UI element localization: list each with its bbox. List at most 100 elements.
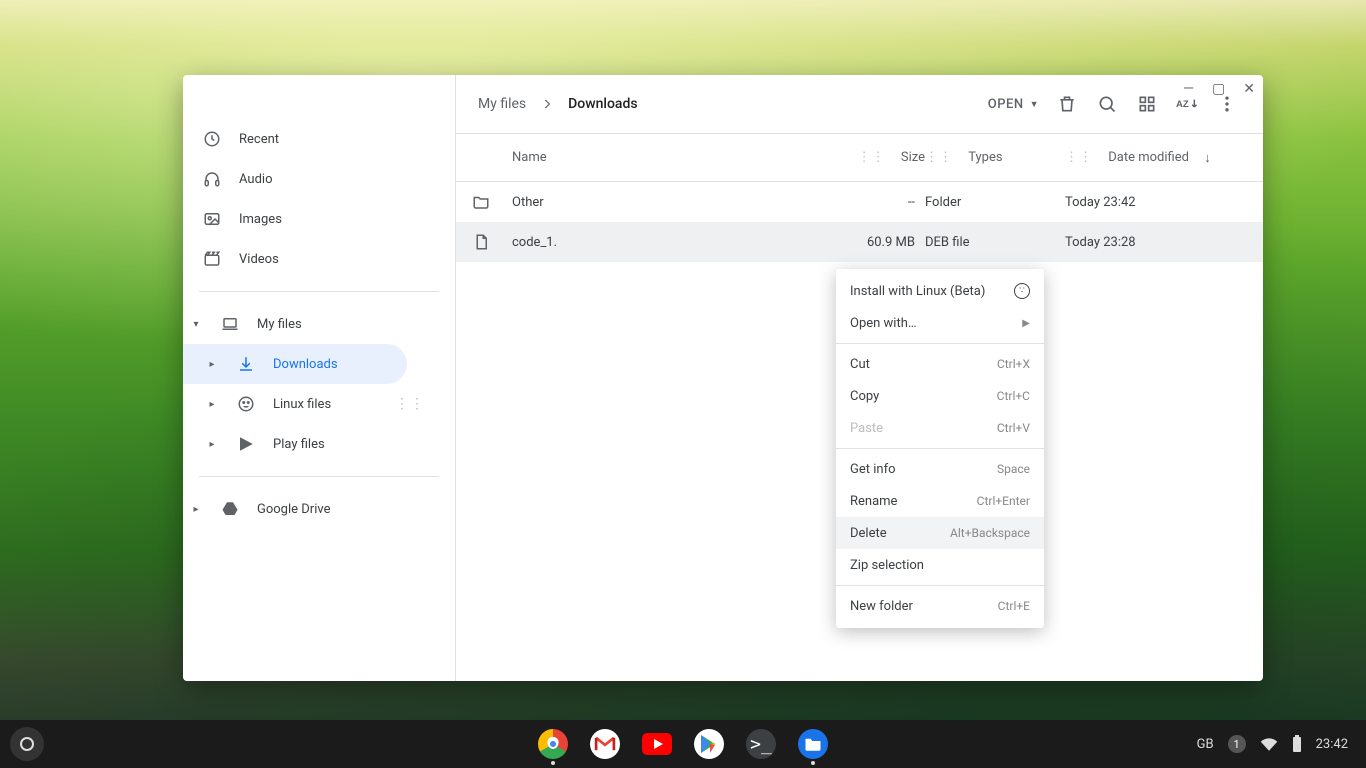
open-label: OPEN (988, 97, 1024, 112)
chevron-right-icon: ▸ (205, 439, 219, 450)
col-size[interactable]: ⋮⋮ Size (805, 150, 925, 165)
folder-icon (472, 193, 512, 211)
menu-open-with[interactable]: Open with… ▶ (836, 307, 1044, 339)
wifi-icon (1260, 737, 1278, 751)
file-name: code_1. (512, 235, 805, 250)
file-name: Other (512, 195, 805, 210)
app-chrome[interactable] (538, 729, 568, 759)
sidebar-item-recent[interactable]: Recent (183, 119, 407, 159)
grid-view-button[interactable] (1127, 84, 1167, 124)
drag-handle-icon[interactable]: ⋮⋮ (395, 396, 425, 412)
search-icon (1097, 94, 1117, 114)
drag-handle-icon[interactable]: ⋮⋮ (925, 150, 953, 165)
files-window: — ▢ ✕ Recent Audio Images (183, 75, 1263, 681)
app-youtube[interactable] (642, 729, 672, 759)
file-size: -- (805, 195, 925, 210)
context-menu: Install with Linux (Beta) ∵ Open with… ▶… (836, 269, 1044, 628)
svg-text:AZ: AZ (1176, 99, 1189, 110)
linux-icon: ∵ (1014, 283, 1030, 299)
sidebar-item-linux-files[interactable]: ▸ Linux files ⋮⋮ (183, 384, 407, 424)
shelf-apps: >_ (538, 729, 828, 759)
app-play-store[interactable] (694, 729, 724, 759)
chevron-down-icon: ▾ (189, 319, 203, 330)
app-gmail[interactable] (590, 729, 620, 759)
sidebar-item-label: Linux files (273, 397, 331, 412)
sidebar-item-label: Downloads (273, 357, 338, 372)
shelf: >_ GB 1 23:42 (0, 720, 1366, 768)
drag-handle-icon[interactable]: ⋮⋮ (858, 150, 886, 165)
main-pane: My files Downloads OPEN ▼ (456, 75, 1263, 681)
headphones-icon (203, 170, 221, 188)
search-button[interactable] (1087, 84, 1127, 124)
table-row[interactable]: Other -- Folder Today 23:42 (456, 182, 1263, 222)
menu-get-info[interactable]: Get infoSpace (836, 453, 1044, 485)
drag-handle-icon[interactable]: ⋮⋮ (1065, 150, 1093, 165)
file-date: Today 23:28 (1065, 235, 1235, 250)
breadcrumb-root[interactable]: My files (478, 96, 526, 112)
col-types[interactable]: ⋮⋮ Types (925, 150, 1065, 165)
chevron-right-icon: ▸ (205, 359, 219, 370)
more-vert-icon (1217, 94, 1237, 114)
trash-icon (1057, 94, 1077, 114)
sidebar-item-label: Audio (239, 172, 272, 187)
sidebar-item-label: Play files (273, 437, 325, 452)
caret-down-icon: ▼ (1030, 99, 1039, 110)
laptop-icon (221, 315, 239, 333)
sidebar-item-google-drive[interactable]: ▸ Google Drive (183, 489, 407, 529)
menu-new-folder[interactable]: New folderCtrl+E (836, 590, 1044, 622)
app-files[interactable] (798, 729, 828, 759)
delete-button[interactable] (1047, 84, 1087, 124)
table-row[interactable]: code_1. 60.9 MB DEB file Today 23:28 (456, 222, 1263, 262)
submenu-arrow-icon: ▶ (1022, 318, 1030, 329)
more-options-button[interactable] (1207, 84, 1247, 124)
menu-zip[interactable]: Zip selection (836, 549, 1044, 581)
drive-icon (221, 500, 239, 518)
sidebar: Recent Audio Images Videos (183, 75, 456, 681)
file-icon (472, 233, 512, 251)
locale-indicator: GB (1197, 737, 1214, 752)
menu-copy[interactable]: CopyCtrl+C (836, 380, 1044, 412)
menu-cut[interactable]: CutCtrl+X (836, 348, 1044, 380)
col-name[interactable]: Name (512, 150, 805, 165)
launcher-button[interactable] (10, 727, 44, 761)
download-icon (237, 355, 255, 373)
table-header: Name ⋮⋮ Size ⋮⋮ Types ⋮⋮ Date modified ↓ (456, 134, 1263, 182)
sidebar-item-label: My files (257, 317, 302, 332)
sidebar-item-videos[interactable]: Videos (183, 239, 407, 279)
chevron-right-icon: ▸ (189, 504, 203, 515)
menu-paste: PasteCtrl+V (836, 412, 1044, 444)
battery-icon (1292, 735, 1302, 753)
status-tray[interactable]: GB 1 23:42 (1197, 735, 1356, 753)
sidebar-item-label: Google Drive (257, 502, 330, 517)
breadcrumb: My files Downloads (472, 96, 638, 112)
sidebar-item-play-files[interactable]: ▸ Play files (183, 424, 407, 464)
image-icon (203, 210, 221, 228)
breadcrumb-current: Downloads (568, 96, 637, 112)
divider (199, 291, 439, 292)
sort-button[interactable]: AZ (1167, 84, 1207, 124)
menu-install-linux[interactable]: Install with Linux (Beta) ∵ (836, 275, 1044, 307)
arrow-down-icon: ↓ (1204, 150, 1211, 166)
sidebar-item-label: Videos (239, 252, 279, 267)
menu-rename[interactable]: RenameCtrl+Enter (836, 485, 1044, 517)
file-date: Today 23:42 (1065, 195, 1235, 210)
grid-icon (1137, 94, 1157, 114)
chevron-right-icon: ▸ (205, 399, 219, 410)
app-terminal[interactable]: >_ (746, 729, 776, 759)
linux-icon (237, 395, 255, 413)
divider (199, 476, 439, 477)
col-date[interactable]: ⋮⋮ Date modified ↓ (1065, 150, 1235, 166)
open-menu-button[interactable]: OPEN ▼ (980, 97, 1047, 112)
sidebar-item-my-files[interactable]: ▾ My files (183, 304, 407, 344)
file-table: Name ⋮⋮ Size ⋮⋮ Types ⋮⋮ Date modified ↓… (456, 134, 1263, 262)
sort-az-icon: AZ (1176, 94, 1198, 114)
sidebar-item-label: Images (239, 212, 282, 227)
file-type: Folder (925, 195, 1065, 210)
clock-icon (203, 130, 221, 148)
sidebar-item-downloads[interactable]: ▸ Downloads (183, 344, 407, 384)
play-icon (237, 435, 255, 453)
sidebar-item-images[interactable]: Images (183, 199, 407, 239)
sidebar-item-audio[interactable]: Audio (183, 159, 407, 199)
menu-delete[interactable]: DeleteAlt+Backspace (836, 517, 1044, 549)
notification-count[interactable]: 1 (1228, 735, 1246, 753)
